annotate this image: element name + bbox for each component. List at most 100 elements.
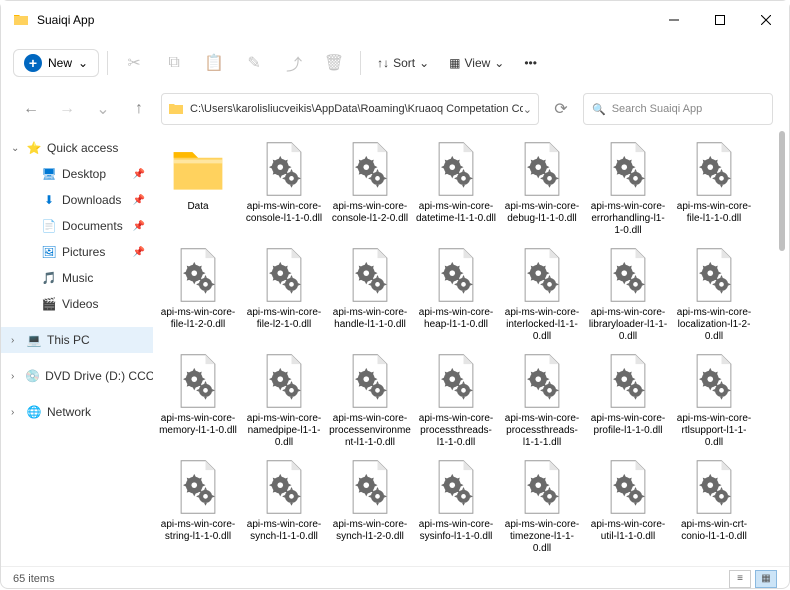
chevron-down-icon: ⌄ (78, 56, 88, 70)
file-item[interactable]: api-ms-win-core-file-l1-1-0.dll (671, 137, 757, 243)
file-item[interactable]: api-ms-win-core-util-l1-1-0.dll (585, 455, 671, 561)
sidebar-item-this-pc[interactable]: › 💻 This PC (1, 327, 153, 353)
dll-file-icon (684, 457, 744, 517)
history-button[interactable]: ⌄ (89, 95, 117, 123)
dll-file-icon (426, 351, 486, 411)
file-label: api-ms-win-core-profile-l1-1-0.dll (587, 413, 669, 437)
folder-item[interactable]: Data (155, 137, 241, 243)
file-item[interactable]: api-ms-win-core-handle-l1-1-0.dll (327, 243, 413, 349)
file-label: api-ms-win-core-processthreads-l1-1-0.dl… (415, 413, 497, 449)
cut-icon[interactable]: ✂ (116, 45, 152, 81)
dll-file-icon (254, 351, 314, 411)
file-item[interactable]: api-ms-win-core-processthreads-l1-1-0.dl… (413, 349, 499, 455)
rename-icon[interactable]: ✎ (236, 45, 272, 81)
item-count: 65 items (13, 573, 55, 585)
paste-icon[interactable]: 📋 (196, 45, 232, 81)
file-item[interactable]: api-ms-win-core-debug-l1-1-0.dll (499, 137, 585, 243)
icons-view-button[interactable]: ▦ (755, 570, 777, 588)
delete-icon[interactable]: 🗑 (316, 45, 352, 81)
file-label: api-ms-win-core-synch-l1-2-0.dll (329, 519, 411, 543)
file-item[interactable]: api-ms-win-core-string-l1-1-0.dll (155, 455, 241, 561)
view-button[interactable]: ▦ View ⌄ (441, 52, 512, 74)
forward-button[interactable]: → (53, 95, 81, 123)
file-item[interactable]: api-ms-win-core-file-l1-2-0.dll (155, 243, 241, 349)
folder-icon (13, 12, 29, 28)
dll-file-icon (426, 139, 486, 199)
pc-icon: 💻 (26, 332, 42, 348)
sort-button[interactable]: ↑↓ Sort ⌄ (369, 52, 437, 74)
file-item[interactable]: api-ms-win-core-synch-l1-1-0.dll (241, 455, 327, 561)
share-icon[interactable]: ⤴ (276, 45, 312, 81)
scrollbar[interactable] (779, 131, 785, 251)
pictures-icon: 🖼 (41, 244, 57, 260)
file-label: api-ms-win-crt-conio-l1-1-0.dll (673, 519, 755, 543)
file-item[interactable]: api-ms-win-core-console-l1-2-0.dll (327, 137, 413, 243)
toolbar: + New ⌄ ✂ ⧉ 📋 ✎ ⤴ 🗑 ↑↓ Sort ⌄ ▦ View ⌄ •… (1, 39, 789, 87)
file-label: api-ms-win-core-handle-l1-1-0.dll (329, 307, 411, 331)
desktop-icon: 🖥 (41, 166, 57, 182)
file-item[interactable]: api-ms-win-core-file-l2-1-0.dll (241, 243, 327, 349)
pin-icon: 📌 (133, 247, 145, 258)
details-view-button[interactable]: ≡ (729, 570, 751, 588)
dll-file-icon (168, 351, 228, 411)
file-item[interactable]: api-ms-win-core-memory-l1-1-0.dll (155, 349, 241, 455)
sidebar: ⌄ ⭐ Quick access 🖥 Desktop 📌 ⬇ Downloads… (1, 131, 153, 566)
sidebar-item-dvd[interactable]: › 💿 DVD Drive (D:) CCCC (1, 363, 153, 389)
file-item[interactable]: api-ms-win-core-sysinfo-l1-1-0.dll (413, 455, 499, 561)
file-item[interactable]: api-ms-win-core-processenvironment-l1-1-… (327, 349, 413, 455)
file-grid[interactable]: Dataapi-ms-win-core-console-l1-1-0.dllap… (153, 131, 789, 566)
copy-icon[interactable]: ⧉ (156, 45, 192, 81)
file-item[interactable]: api-ms-win-core-synch-l1-2-0.dll (327, 455, 413, 561)
sidebar-item-label: Videos (62, 297, 98, 311)
new-button[interactable]: + New ⌄ (13, 49, 99, 77)
file-label: api-ms-win-core-processthreads-l1-1-1.dl… (501, 413, 583, 449)
address-bar[interactable]: C:\Users\karolisliucveikis\AppData\Roami… (161, 93, 539, 125)
file-item[interactable]: api-ms-win-core-interlocked-l1-1-0.dll (499, 243, 585, 349)
maximize-button[interactable] (697, 1, 743, 39)
more-button[interactable]: ••• (516, 52, 545, 74)
close-button[interactable] (743, 1, 789, 39)
file-item[interactable]: api-ms-win-core-rtlsupport-l1-1-0.dll (671, 349, 757, 455)
file-label: api-ms-win-core-file-l2-1-0.dll (243, 307, 325, 331)
file-label: api-ms-win-core-processenvironment-l1-1-… (329, 413, 411, 449)
sidebar-item-downloads[interactable]: ⬇ Downloads 📌 (1, 187, 153, 213)
sidebar-item-label: Pictures (62, 245, 105, 259)
sidebar-item-desktop[interactable]: 🖥 Desktop 📌 (1, 161, 153, 187)
sidebar-item-label: DVD Drive (D:) CCCC (45, 369, 153, 383)
dll-file-icon (598, 245, 658, 305)
sidebar-item-documents[interactable]: 📄 Documents 📌 (1, 213, 153, 239)
sidebar-item-pictures[interactable]: 🖼 Pictures 📌 (1, 239, 153, 265)
file-item[interactable]: api-ms-win-core-console-l1-1-0.dll (241, 137, 327, 243)
up-button[interactable]: ↑ (125, 95, 153, 123)
file-item[interactable]: api-ms-win-core-datetime-l1-1-0.dll (413, 137, 499, 243)
chevron-down-icon: ⌄ (523, 103, 532, 116)
file-item[interactable]: api-ms-win-core-timezone-l1-1-0.dll (499, 455, 585, 561)
file-item[interactable]: api-ms-win-crt-conio-l1-1-0.dll (671, 455, 757, 561)
sidebar-item-videos[interactable]: 🎬 Videos (1, 291, 153, 317)
sidebar-item-music[interactable]: 🎵 Music (1, 265, 153, 291)
file-item[interactable]: api-ms-win-core-heap-l1-1-0.dll (413, 243, 499, 349)
sidebar-item-quick-access[interactable]: ⌄ ⭐ Quick access (1, 135, 153, 161)
file-item[interactable]: api-ms-win-core-libraryloader-l1-1-0.dll (585, 243, 671, 349)
file-label: api-ms-win-core-console-l1-2-0.dll (329, 201, 411, 225)
minimize-button[interactable] (651, 1, 697, 39)
dll-file-icon (168, 457, 228, 517)
file-item[interactable]: api-ms-win-core-profile-l1-1-0.dll (585, 349, 671, 455)
file-item[interactable]: api-ms-win-core-namedpipe-l1-1-0.dll (241, 349, 327, 455)
sidebar-item-label: Documents (62, 219, 123, 233)
search-input[interactable]: 🔍 Search Suaiqi App (583, 93, 773, 125)
nav-bar: ← → ⌄ ↑ C:\Users\karolisliucveikis\AppDa… (1, 87, 789, 131)
sort-icon: ↑↓ (377, 56, 389, 70)
file-label: Data (187, 201, 208, 213)
refresh-button[interactable]: ⟳ (547, 95, 575, 123)
file-item[interactable]: api-ms-win-core-processthreads-l1-1-1.dl… (499, 349, 585, 455)
back-button[interactable]: ← (17, 95, 45, 123)
sidebar-item-network[interactable]: › 🌐 Network (1, 399, 153, 425)
file-item[interactable]: api-ms-win-core-errorhandling-l1-1-0.dll (585, 137, 671, 243)
chevron-down-icon: ⌄ (494, 56, 504, 70)
folder-icon (168, 139, 228, 199)
file-item[interactable]: api-ms-win-core-localization-l1-2-0.dll (671, 243, 757, 349)
dll-file-icon (598, 457, 658, 517)
status-bar: 65 items ≡ ▦ (1, 566, 789, 590)
dll-file-icon (254, 139, 314, 199)
